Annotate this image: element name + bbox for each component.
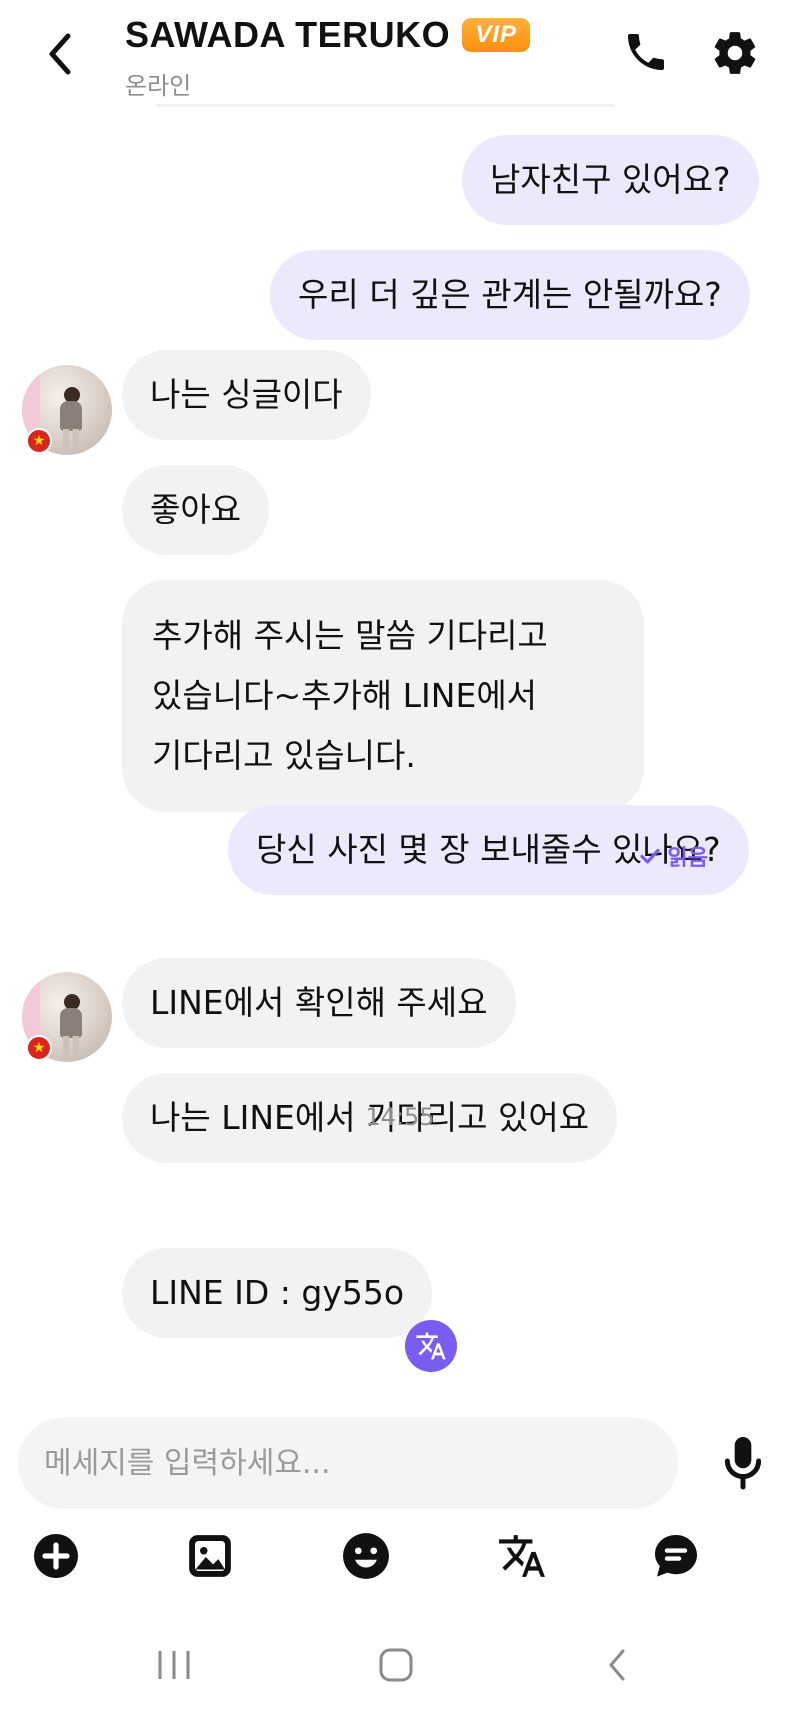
message-input-container [18, 1417, 678, 1509]
voice-button[interactable] [718, 1432, 768, 1492]
contact-info[interactable]: SAWADA TERUKO VIP 온라인 [125, 14, 531, 101]
message-incoming[interactable]: LINE ID : gy55o [122, 1248, 433, 1338]
message-timestamp: 14:55 [365, 1103, 435, 1131]
translate-icon [499, 1535, 545, 1577]
online-status: 온라인 [125, 72, 192, 100]
translate-message-button[interactable] [405, 1320, 457, 1372]
message-incoming[interactable]: 추가해 주시는 말씀 기다리고 있습니다~추가해 LINE에서 기다리고 있습니… [122, 580, 644, 812]
chat-toolbar [0, 1528, 800, 1584]
message-outgoing[interactable]: 우리 더 깊은 관계는 안될까요? [270, 250, 750, 340]
contact-name: SAWADA TERUKO [125, 14, 451, 55]
microphone-icon [724, 1437, 762, 1490]
call-button[interactable] [622, 28, 670, 76]
home-icon [379, 1648, 413, 1682]
chat-header: SAWADA TERUKO VIP 온라인 [0, 0, 800, 110]
chat-screen: SAWADA TERUKO VIP 온라인 남자친구 있어요? 우리 더 깊은 … [0, 0, 800, 1719]
chat-bubble-icon [655, 1535, 697, 1577]
message-line: 있습니다~추가해 LINE에서 [152, 676, 538, 715]
plus-circle-icon [34, 1534, 78, 1578]
translate-icon [416, 1332, 446, 1360]
message-incoming[interactable]: 나는 싱글이다 [122, 350, 371, 440]
chat-button[interactable] [648, 1528, 704, 1584]
home-button[interactable] [366, 1635, 426, 1695]
settings-button[interactable] [710, 28, 760, 78]
vietnam-flag-icon: ★ [26, 428, 52, 454]
back-nav-button[interactable] [588, 1635, 648, 1695]
phone-icon [628, 34, 664, 70]
image-button[interactable] [182, 1528, 238, 1584]
read-receipt: 읽음 [638, 840, 708, 872]
emoji-button[interactable] [338, 1528, 394, 1584]
check-icon [639, 848, 660, 864]
recent-apps-icon [158, 1651, 190, 1679]
message-input[interactable] [44, 1445, 652, 1481]
recent-apps-button[interactable] [144, 1635, 204, 1695]
header-divider [155, 104, 615, 107]
message-line: 추가해 주시는 말씀 기다리고 [152, 616, 548, 655]
chevron-left-icon [49, 33, 71, 75]
add-button[interactable] [28, 1528, 84, 1584]
back-arrow-icon [609, 1649, 625, 1681]
message-incoming[interactable]: LINE에서 확인해 주세요 [122, 958, 516, 1048]
vip-badge: VIP [462, 18, 531, 52]
message-line: 기다리고 있습니다. [152, 736, 416, 775]
translate-button[interactable] [494, 1528, 550, 1584]
back-button[interactable] [40, 24, 84, 84]
vietnam-flag-icon: ★ [26, 1035, 52, 1061]
image-icon [189, 1535, 231, 1577]
smiley-icon [343, 1533, 389, 1579]
system-navigation-bar [0, 1635, 800, 1695]
read-label: 읽음 [667, 846, 708, 871]
message-incoming[interactable]: 좋아요 [122, 465, 270, 555]
gear-icon [714, 32, 756, 74]
message-outgoing[interactable]: 남자친구 있어요? [462, 135, 759, 225]
